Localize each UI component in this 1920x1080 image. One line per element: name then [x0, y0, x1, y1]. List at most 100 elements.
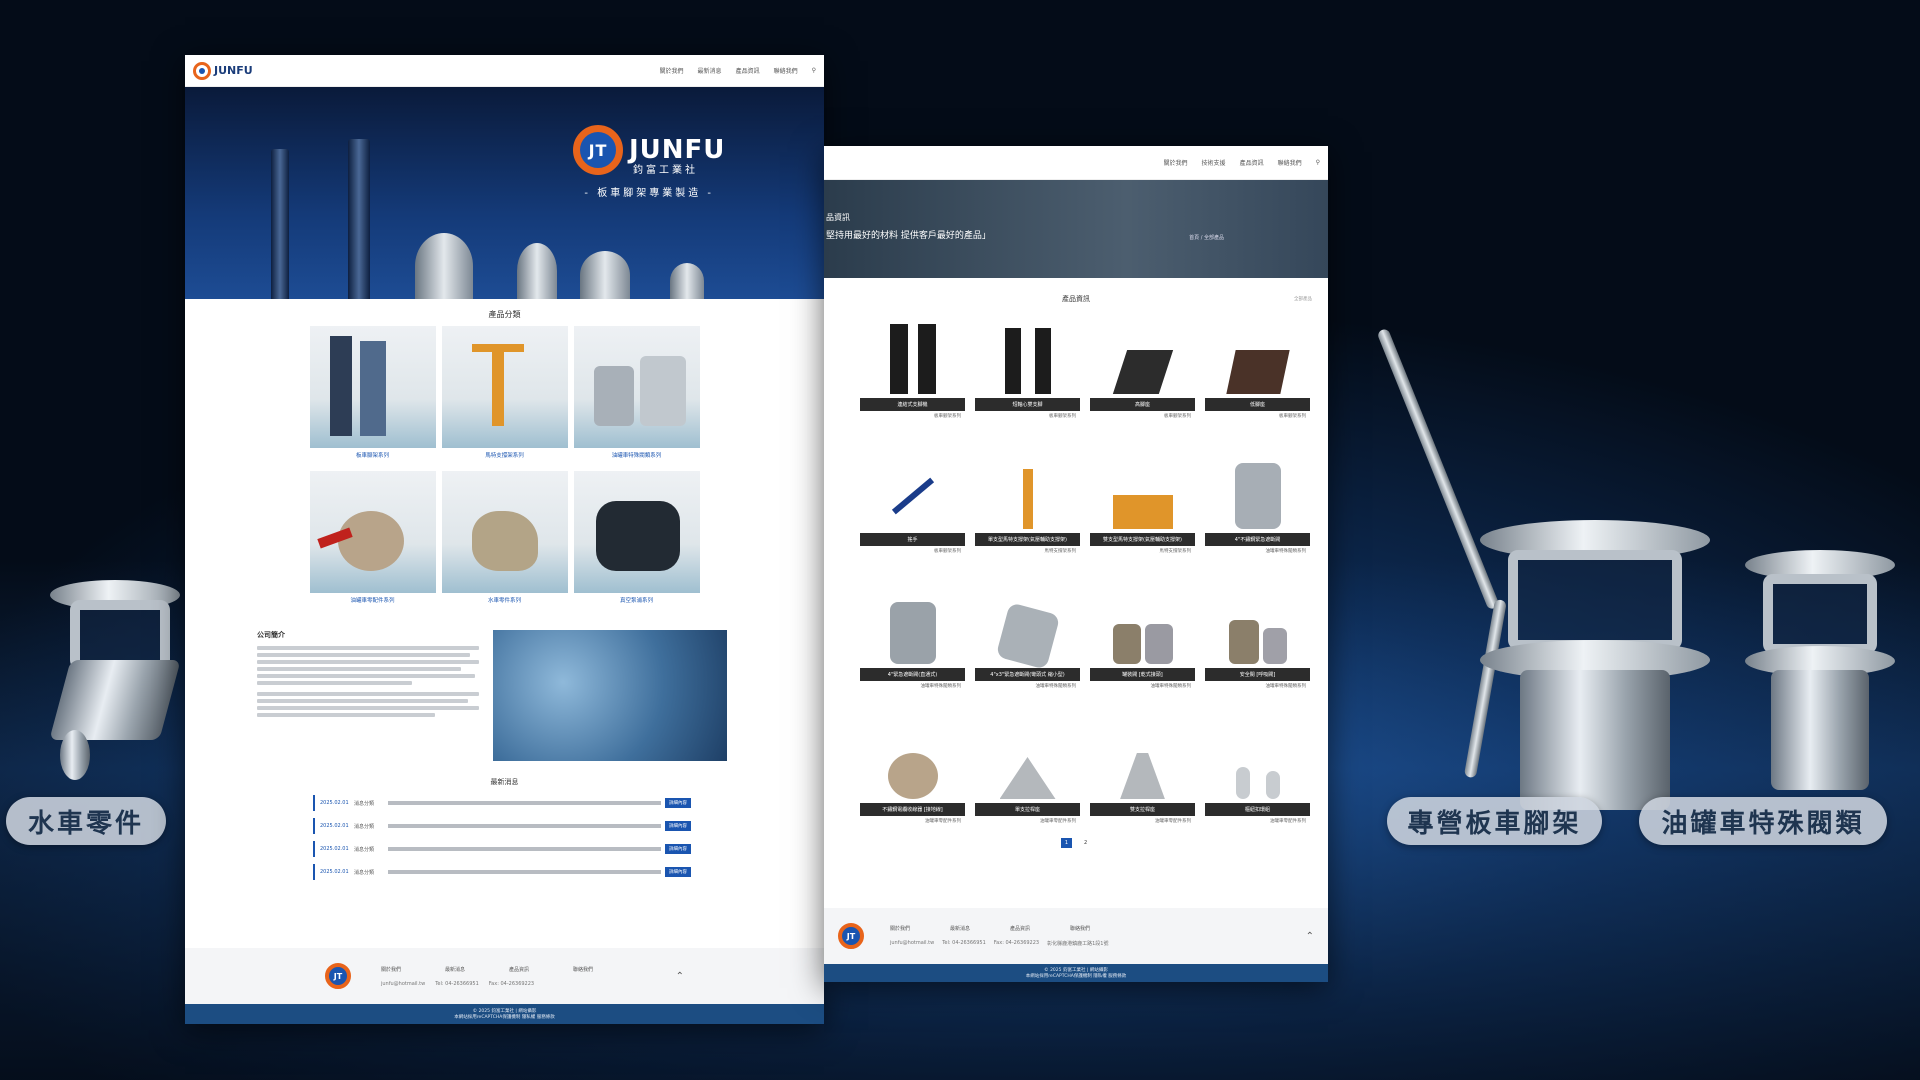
footer-logo-icon: JT [838, 923, 864, 949]
site2-navbar: 關於我們 技術支援 產品資訊 聯絡我們 ⚲ [824, 146, 1328, 180]
hero-tagline: 堅持用最好的材料 提供客戶最好的產品」 [826, 231, 991, 241]
search-icon[interactable]: ⚲ [812, 67, 816, 74]
page-1[interactable]: 1 [1060, 838, 1072, 848]
back-to-top-icon[interactable]: ⌃ [1306, 931, 1314, 942]
footer-link[interactable]: 最新消息 [445, 966, 465, 973]
product-image [975, 445, 1080, 529]
all-products-link[interactable]: 全部產品 [1294, 296, 1312, 302]
news-row[interactable]: 2025.02.01 消息分類 詳細內容 [313, 864, 696, 880]
category-card[interactable]: 板車腳架系列 [307, 326, 438, 459]
footer-logo-icon: JT [325, 963, 351, 989]
product-name: 單支型馬特支撐架(氣壓輔助支撐架) [975, 533, 1080, 546]
products-page-mockup: 關於我們 技術支援 產品資訊 聯絡我們 ⚲ 品資訊 堅持用最好的材料 提供客戶最… [824, 146, 1328, 982]
product-card[interactable]: 短軸心雙支腳 板車腳架系列 [975, 310, 1080, 421]
product-name: 不鏽鋼電纜收線器 [接地線] [860, 803, 965, 816]
product-category: 板車腳架系列 [1164, 414, 1191, 419]
footer-link[interactable]: 關於我們 [381, 966, 401, 973]
product-name: 雙支型馬特支撐架(氣壓輔助支撐架) [1090, 533, 1195, 546]
news-row[interactable]: 2025.02.01 消息分類 詳細內容 [313, 841, 696, 857]
site2-hero-banner: 品資訊 堅持用最好的材料 提供客戶最好的產品」 首頁 / 全部產品 [824, 180, 1328, 278]
page-2[interactable]: 2 [1080, 838, 1091, 848]
product-image [1205, 310, 1310, 394]
footer-fax: Fax: 04-26369223 [488, 980, 535, 987]
category-card[interactable]: 馬特支撐架系列 [439, 326, 570, 459]
search-icon[interactable]: ⚲ [1316, 159, 1320, 166]
footer-link[interactable]: 產品資訊 [1010, 925, 1030, 932]
product-card[interactable]: 連結式支腳機 板車腳架系列 [860, 310, 965, 421]
product-name: 雙支拉桿座 [1090, 803, 1195, 816]
product-card[interactable]: 樞紐扣環組 油罐車零配件系列 [1205, 715, 1310, 826]
product-card[interactable]: 搖手 板車腳架系列 [860, 445, 965, 556]
nav-products[interactable]: 產品資訊 [736, 66, 760, 75]
product-category: 油罐車特殊閥類系列 [1265, 549, 1307, 554]
news-row[interactable]: 2025.02.01 消息分類 詳細內容 [313, 795, 696, 811]
news-detail-button[interactable]: 詳細內容 [665, 821, 691, 831]
product-category: 板車腳架系列 [1279, 414, 1306, 419]
product-category: 油罐車零配件系列 [1155, 819, 1191, 824]
product-card[interactable]: 不鏽鋼電纜收線器 [接地線] 油罐車零配件系列 [860, 715, 965, 826]
back-to-top-icon[interactable]: ⌃ [676, 971, 684, 982]
nav-support[interactable]: 技術支援 [1202, 158, 1226, 167]
product-image [975, 715, 1080, 799]
left-valve-decoration [40, 580, 190, 780]
product-card[interactable]: 安全閥 [呼吸閥] 油罐車特殊閥類系列 [1205, 580, 1310, 691]
categories-title: 產品分類 [488, 310, 521, 319]
pagination: 1 2 [824, 838, 1328, 848]
product-card[interactable]: 雙支型馬特支撐架(氣壓輔助支撐架) 馬特支撐架系列 [1090, 445, 1195, 556]
category-card[interactable]: 油罐車特殊閥類系列 [571, 326, 702, 459]
product-category: 油罐車零配件系列 [1270, 819, 1306, 824]
product-grid: 連結式支腳機 板車腳架系列 短軸心雙支腳 板車腳架系列 高腳座 板車腳架系列 低腳座 板車腳架… [824, 310, 1328, 826]
category-card[interactable]: 真空泵浦系列 [571, 471, 702, 604]
product-name: 4"緊急遮斷閥(直通式) [860, 668, 965, 681]
product-image [1090, 715, 1195, 799]
news-row[interactable]: 2025.02.01 消息分類 詳細內容 [313, 818, 696, 834]
product-card[interactable]: 單支型馬特支撐架(氣壓輔助支撐架) 馬特支撐架系列 [975, 445, 1080, 556]
nav-about[interactable]: 關於我們 [660, 66, 684, 75]
product-card[interactable]: 雙支拉桿座油罐車零配件系列 [1090, 715, 1195, 826]
product-name: 安全閥 [呼吸閥] [1205, 668, 1310, 681]
footer-link[interactable]: 聯絡我們 [573, 966, 593, 973]
category-card[interactable]: 水車零件系列 [439, 471, 570, 604]
footer-link[interactable]: 聯絡我們 [1070, 925, 1090, 932]
news-detail-button[interactable]: 詳細內容 [665, 798, 691, 808]
footer-link[interactable]: 產品資訊 [509, 966, 529, 973]
product-category: 馬特支撐架系列 [1159, 549, 1192, 554]
site1-navbar: JUNFU 關於我們 最新消息 產品資訊 聯絡我們 ⚲ [185, 55, 824, 87]
product-card[interactable]: 單支拉桿座 油罐車零配件系列 [975, 715, 1080, 826]
product-image [1090, 310, 1195, 394]
site1-logo[interactable]: JUNFU [193, 61, 253, 80]
footer-address: 彰化縣鹿港鎮鹿工路1段1號 [1047, 941, 1109, 947]
product-card[interactable]: 4"不鏽鋼緊急遮斷閥 油罐車特殊閥類系列 [1205, 445, 1310, 556]
nav-products[interactable]: 產品資訊 [1240, 158, 1264, 167]
nav-news[interactable]: 最新消息 [698, 66, 722, 75]
product-name: 4"x3"緊急遮斷閥(彎頭式 縮小型) [975, 668, 1080, 681]
breadcrumb[interactable]: 首頁 / 全部產品 [1189, 234, 1224, 241]
news-detail-button[interactable]: 詳細內容 [665, 867, 691, 877]
footer-email[interactable]: junfu@hotmail.tw [890, 940, 934, 947]
nav-about[interactable]: 關於我們 [1164, 158, 1188, 167]
about-section: 公司簡介 [185, 604, 824, 761]
footer-link[interactable]: 最新消息 [950, 925, 970, 932]
news-detail-button[interactable]: 詳細內容 [665, 844, 691, 854]
product-image [860, 445, 965, 529]
hero-brand: JT JUNFU 鈞富工業社 - 板車腳架專業製造 - [573, 125, 725, 199]
pill-water-parts: 水車零件 [6, 797, 166, 845]
product-card[interactable]: 4"x3"緊急遮斷閥(彎頭式 縮小型) 油罐車特殊閥類系列 [975, 580, 1080, 691]
product-image [975, 310, 1080, 394]
nav-contact[interactable]: 聯絡我們 [774, 66, 798, 75]
hero-heading: 品資訊 [826, 213, 850, 222]
product-card[interactable]: 罐裝閥 [乾式接頭] 油罐車特殊閥類系列 [1090, 580, 1195, 691]
product-card[interactable]: 低腳座 板車腳架系列 [1205, 310, 1310, 421]
products-title: 產品資訊 全部產品 [1062, 295, 1312, 303]
footer-email[interactable]: junfu@hotmail.tw [381, 981, 425, 987]
product-image [1205, 715, 1310, 799]
product-card[interactable]: 高腳座 板車腳架系列 [1090, 310, 1195, 421]
nav-contact[interactable]: 聯絡我們 [1278, 158, 1302, 167]
product-card[interactable]: 4"緊急遮斷閥(直通式) 油罐車特殊閥類系列 [860, 580, 965, 691]
footer-link[interactable]: 關於我們 [890, 925, 910, 932]
product-category: 板車腳架系列 [1049, 414, 1076, 419]
product-category: 油罐車特殊閥類系列 [920, 684, 962, 689]
product-category: 油罐車零配件系列 [925, 819, 961, 824]
product-category: 油罐車特殊閥類系列 [1265, 684, 1307, 689]
category-card[interactable]: 油罐車零配件系列 [307, 471, 438, 604]
